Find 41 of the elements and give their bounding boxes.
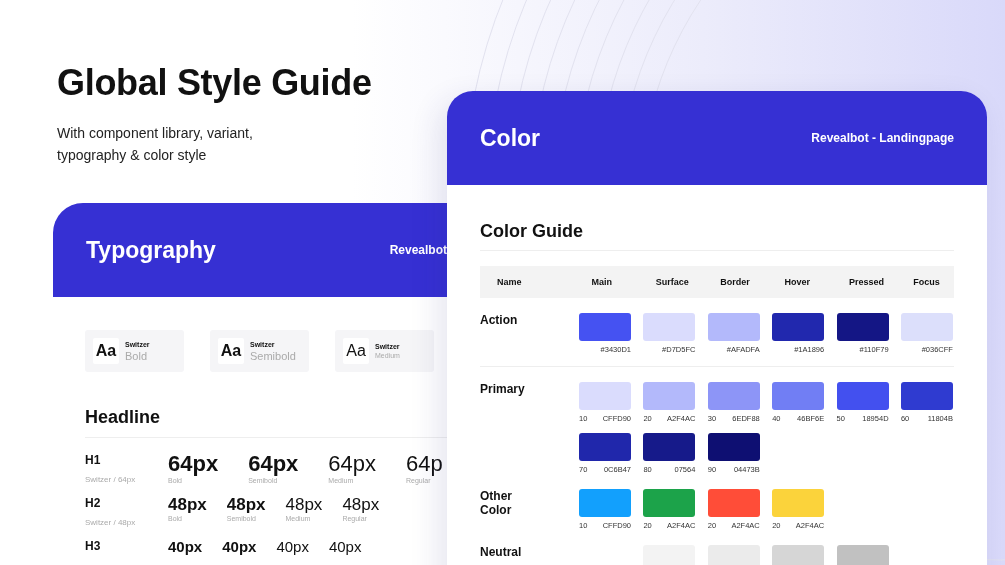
font-sample: Aa — [343, 338, 369, 364]
font-weight-label: Bold — [125, 349, 149, 362]
project-name: Revealbot — [389, 243, 447, 257]
type-sample: 48px — [226, 496, 266, 513]
column-header: Focus — [913, 277, 941, 287]
type-sample: 40px — [168, 539, 203, 554]
type-sample: 40px — [276, 539, 309, 554]
column-header: Surface — [655, 277, 690, 287]
font-sample: Aa — [93, 338, 119, 364]
style-name: H1 — [85, 453, 102, 467]
font-weight-label: Semibold — [250, 349, 296, 362]
card-title: Color — [480, 124, 541, 152]
row-name: Other Color — [480, 489, 513, 519]
column-header: Main — [591, 277, 613, 287]
section-heading: Color Guide — [480, 221, 954, 251]
style-spec: Switzer / 48px — [85, 518, 137, 527]
type-sample: 48px — [342, 496, 380, 513]
type-sample: 48px — [285, 496, 323, 513]
row-name: Primary — [480, 382, 526, 398]
column-header: Border — [720, 277, 751, 287]
section-heading: Headline — [85, 407, 447, 438]
type-sample: 48px — [168, 496, 207, 513]
row-name: Action — [480, 313, 519, 329]
type-sample: 64px — [328, 453, 377, 475]
style-name: H2 — [85, 496, 102, 510]
type-sample: 64px — [168, 453, 219, 475]
project-name: Revealbot - Landingpage — [811, 131, 954, 145]
font-sample: Aa — [218, 338, 244, 364]
type-sample: 40px — [328, 539, 362, 554]
page-title: Global Style Guide — [57, 62, 372, 104]
column-header: Name — [496, 277, 523, 287]
style-name: H3 — [85, 539, 102, 553]
row-name: Neutral — [480, 545, 523, 561]
column-header: Hover — [784, 277, 812, 287]
type-sample: 40px — [222, 539, 257, 554]
style-spec: Switzer / 64px — [85, 475, 137, 484]
card-title: Typography — [86, 236, 216, 264]
type-sample: 64px — [248, 453, 299, 475]
column-header: Pressed — [848, 277, 885, 287]
page-subtitle: With component library, variant, typography & color style — [57, 124, 254, 165]
type-sample: 64p — [406, 453, 443, 475]
